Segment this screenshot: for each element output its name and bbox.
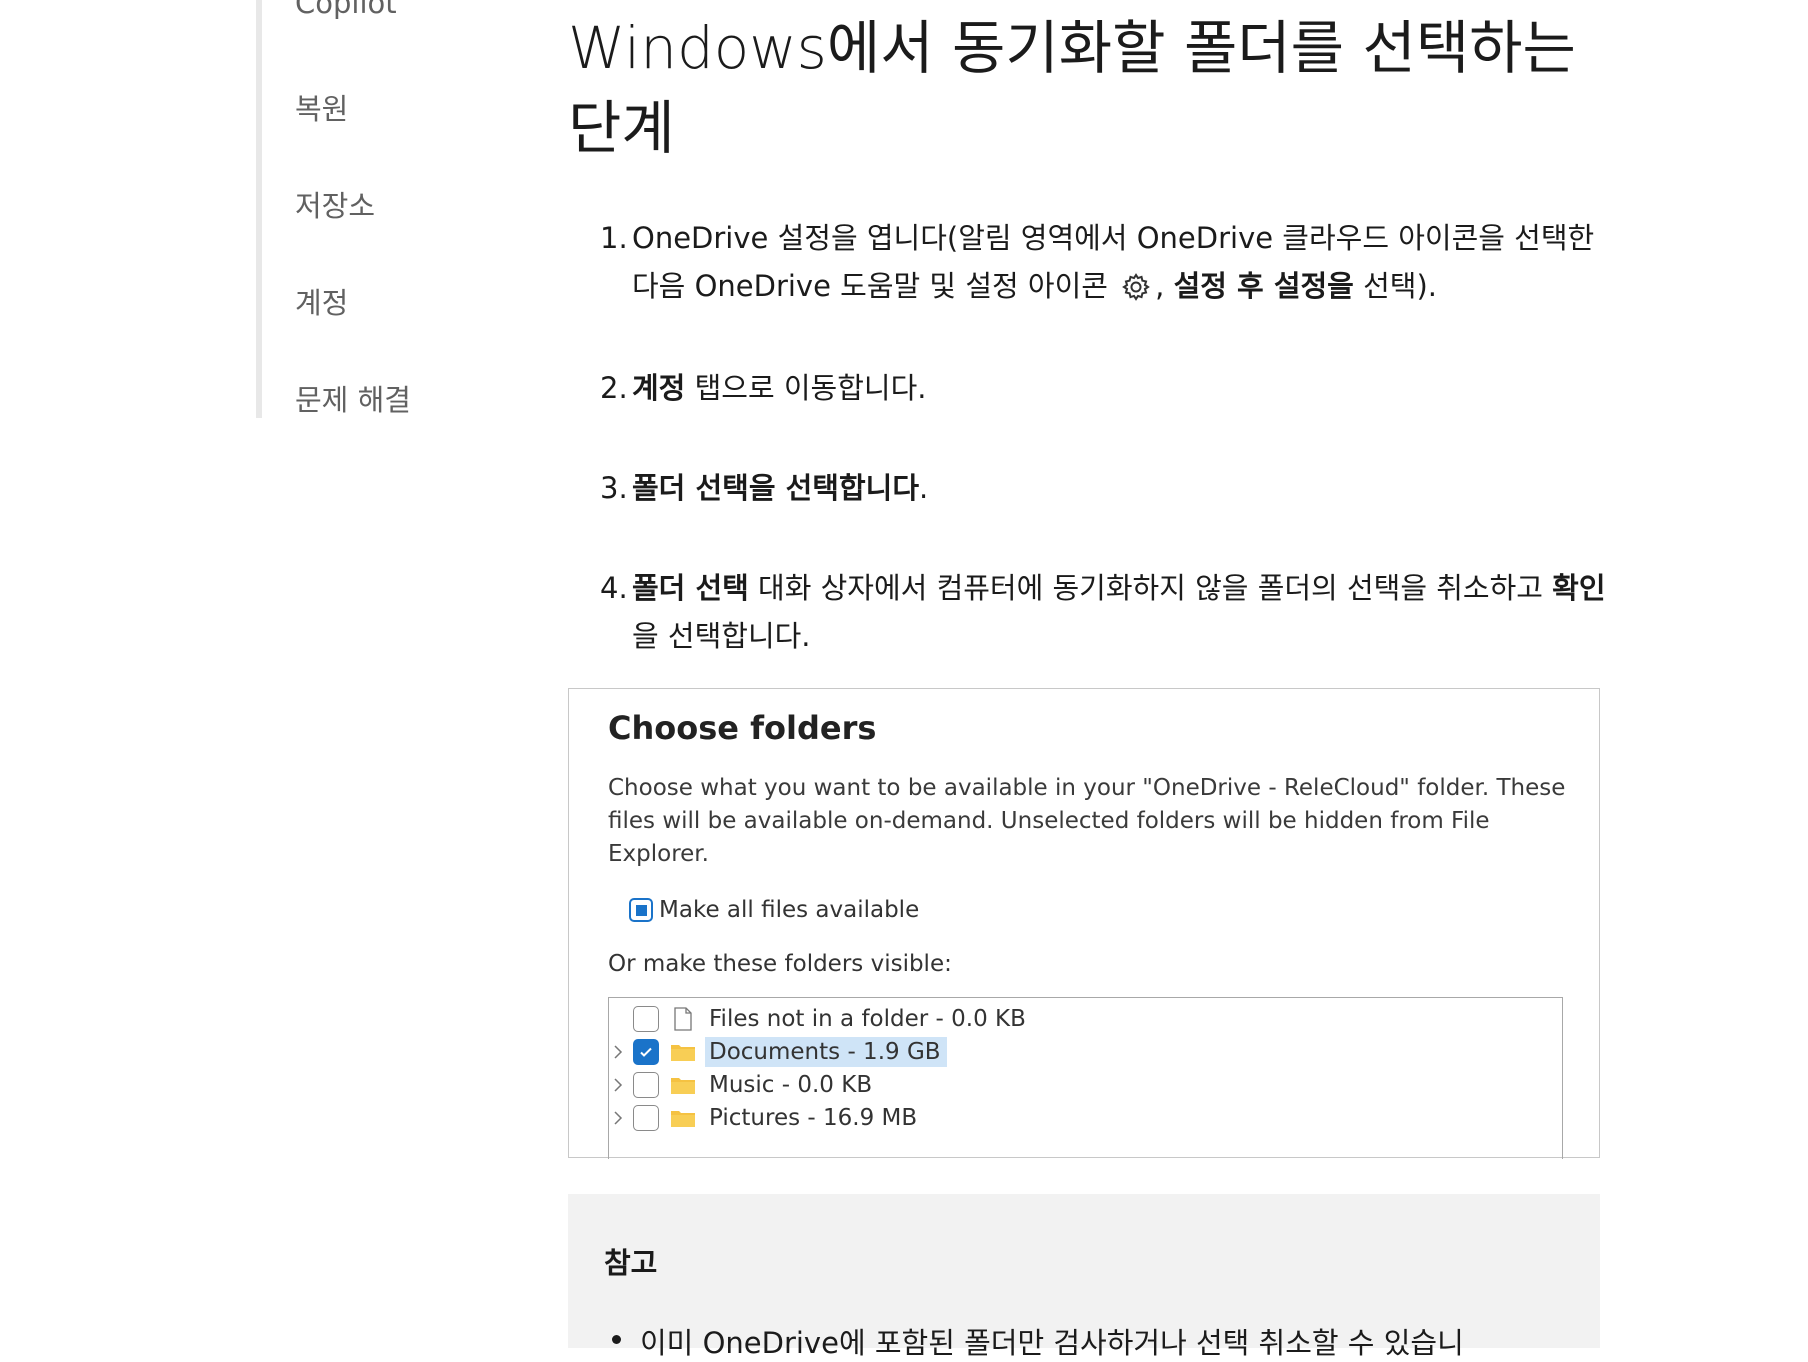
chevron-right-icon[interactable] [609,1044,627,1060]
indeterminate-checkbox-icon[interactable] [629,898,653,922]
tree-row-music[interactable]: Music - 0.0 KB [609,1067,878,1103]
step-number: 2. [600,371,628,405]
tree-row-pictures[interactable]: Pictures - 16.9 MB [609,1100,923,1136]
step-number: 4. [600,571,628,605]
tree-row-files-not-in-folder[interactable]: Files not in a folder - 0.0 KB [609,1001,1032,1037]
note-box: 참고 이미 OneDrive에 포함된 폴더만 검사하거나 선택 취소할 수 있… [568,1194,1600,1360]
folder-icon [669,1039,697,1065]
dialog-title: Choose folders [608,709,877,747]
step-text: 폴더 선택을 선택합니다. [632,464,1607,512]
step-text-part: 대화 상자에서 컴퓨터에 동기화하지 않을 폴더의 선택을 취소하고 [748,571,1553,605]
chevron-right-icon[interactable] [609,1110,627,1126]
note-title: 참고 [604,1246,658,1280]
tree-row-label: Music - 0.0 KB [709,1072,873,1098]
checkmark-icon [640,1047,652,1057]
sidebar-item-storage[interactable]: 저장소 [295,183,375,225]
make-all-files-checkbox[interactable]: Make all files available [629,897,919,923]
step-bold-text: 폴더 선택 [632,571,749,605]
folder-checkbox[interactable] [633,1072,659,1098]
folder-checkbox[interactable] [633,1105,659,1131]
tree-row-label: Files not in a folder - 0.0 KB [709,1006,1026,1032]
note-item-text: 이미 OneDrive에 포함된 폴더만 검사하거나 선택 취소할 수 있습니 [640,1326,1464,1360]
folder-checkbox[interactable] [633,1006,659,1032]
folder-icon [669,1105,697,1131]
step-bold-text: 계정 [632,371,686,405]
step-text-part: 탭으로 이동합니다. [685,371,927,405]
sidebar-item-copilot[interactable]: Copilot [295,0,397,20]
step-number: 3. [600,471,628,505]
step-bold-text: 폴더 선택을 선택합니다 [632,471,919,505]
folder-icon [669,1072,697,1098]
make-all-files-label: Make all files available [659,897,920,923]
step-text-part: OneDrive 설정을 엽니다(알림 영역에서 OneDrive 클라우드 아… [632,221,1595,303]
step-text-part: 선택). [1353,269,1437,303]
sidebar-item-restore[interactable]: 복원 [295,86,348,128]
step-text-part: , [1155,269,1174,303]
step-text: 폴더 선택 대화 상자에서 컴퓨터에 동기화하지 않을 폴더의 선택을 취소하고… [632,564,1607,660]
folders-visible-label: Or make these folders visible: [608,951,952,977]
step-text: 계정 탭으로 이동합니다. [632,364,1607,412]
note-list-item: 이미 OneDrive에 포함된 폴더만 검사하거나 선택 취소할 수 있습니 [612,1320,1464,1362]
step-number: 1. [600,221,628,255]
page-title: Windows에서 동기화할 폴더를 선택하는 단계 [568,14,1576,162]
step-text-part: . [919,471,929,505]
tree-row-documents[interactable]: Documents - 1.9 GB [609,1034,947,1070]
bullet-icon [612,1335,621,1344]
folder-checkbox[interactable] [633,1039,659,1065]
sidebar-rail [256,0,262,418]
step-text-part: 을 선택합니다. [632,619,811,653]
file-icon [669,1006,697,1032]
tree-row-label: Documents - 1.9 GB [705,1037,947,1067]
chevron-right-icon[interactable] [609,1077,627,1093]
choose-folders-dialog: Choose folders Choose what you want to b… [568,688,1600,1159]
dialog-description: Choose what you want to be available in … [608,775,1566,867]
sidebar-item-account[interactable]: 계정 [295,280,348,322]
step-bold-text: 설정 후 설정을 [1173,269,1354,303]
step-bold-text: 확인 [1552,571,1606,605]
tree-row-label: Pictures - 16.9 MB [709,1105,918,1131]
gear-icon [1122,273,1151,301]
sidebar-item-troubleshoot[interactable]: 문제 해결 [295,377,411,419]
folder-tree: Files not in a folder - 0.0 KB Documents… [608,997,1563,1159]
step-text: OneDrive 설정을 엽니다(알림 영역에서 OneDrive 클라우드 아… [632,214,1607,310]
